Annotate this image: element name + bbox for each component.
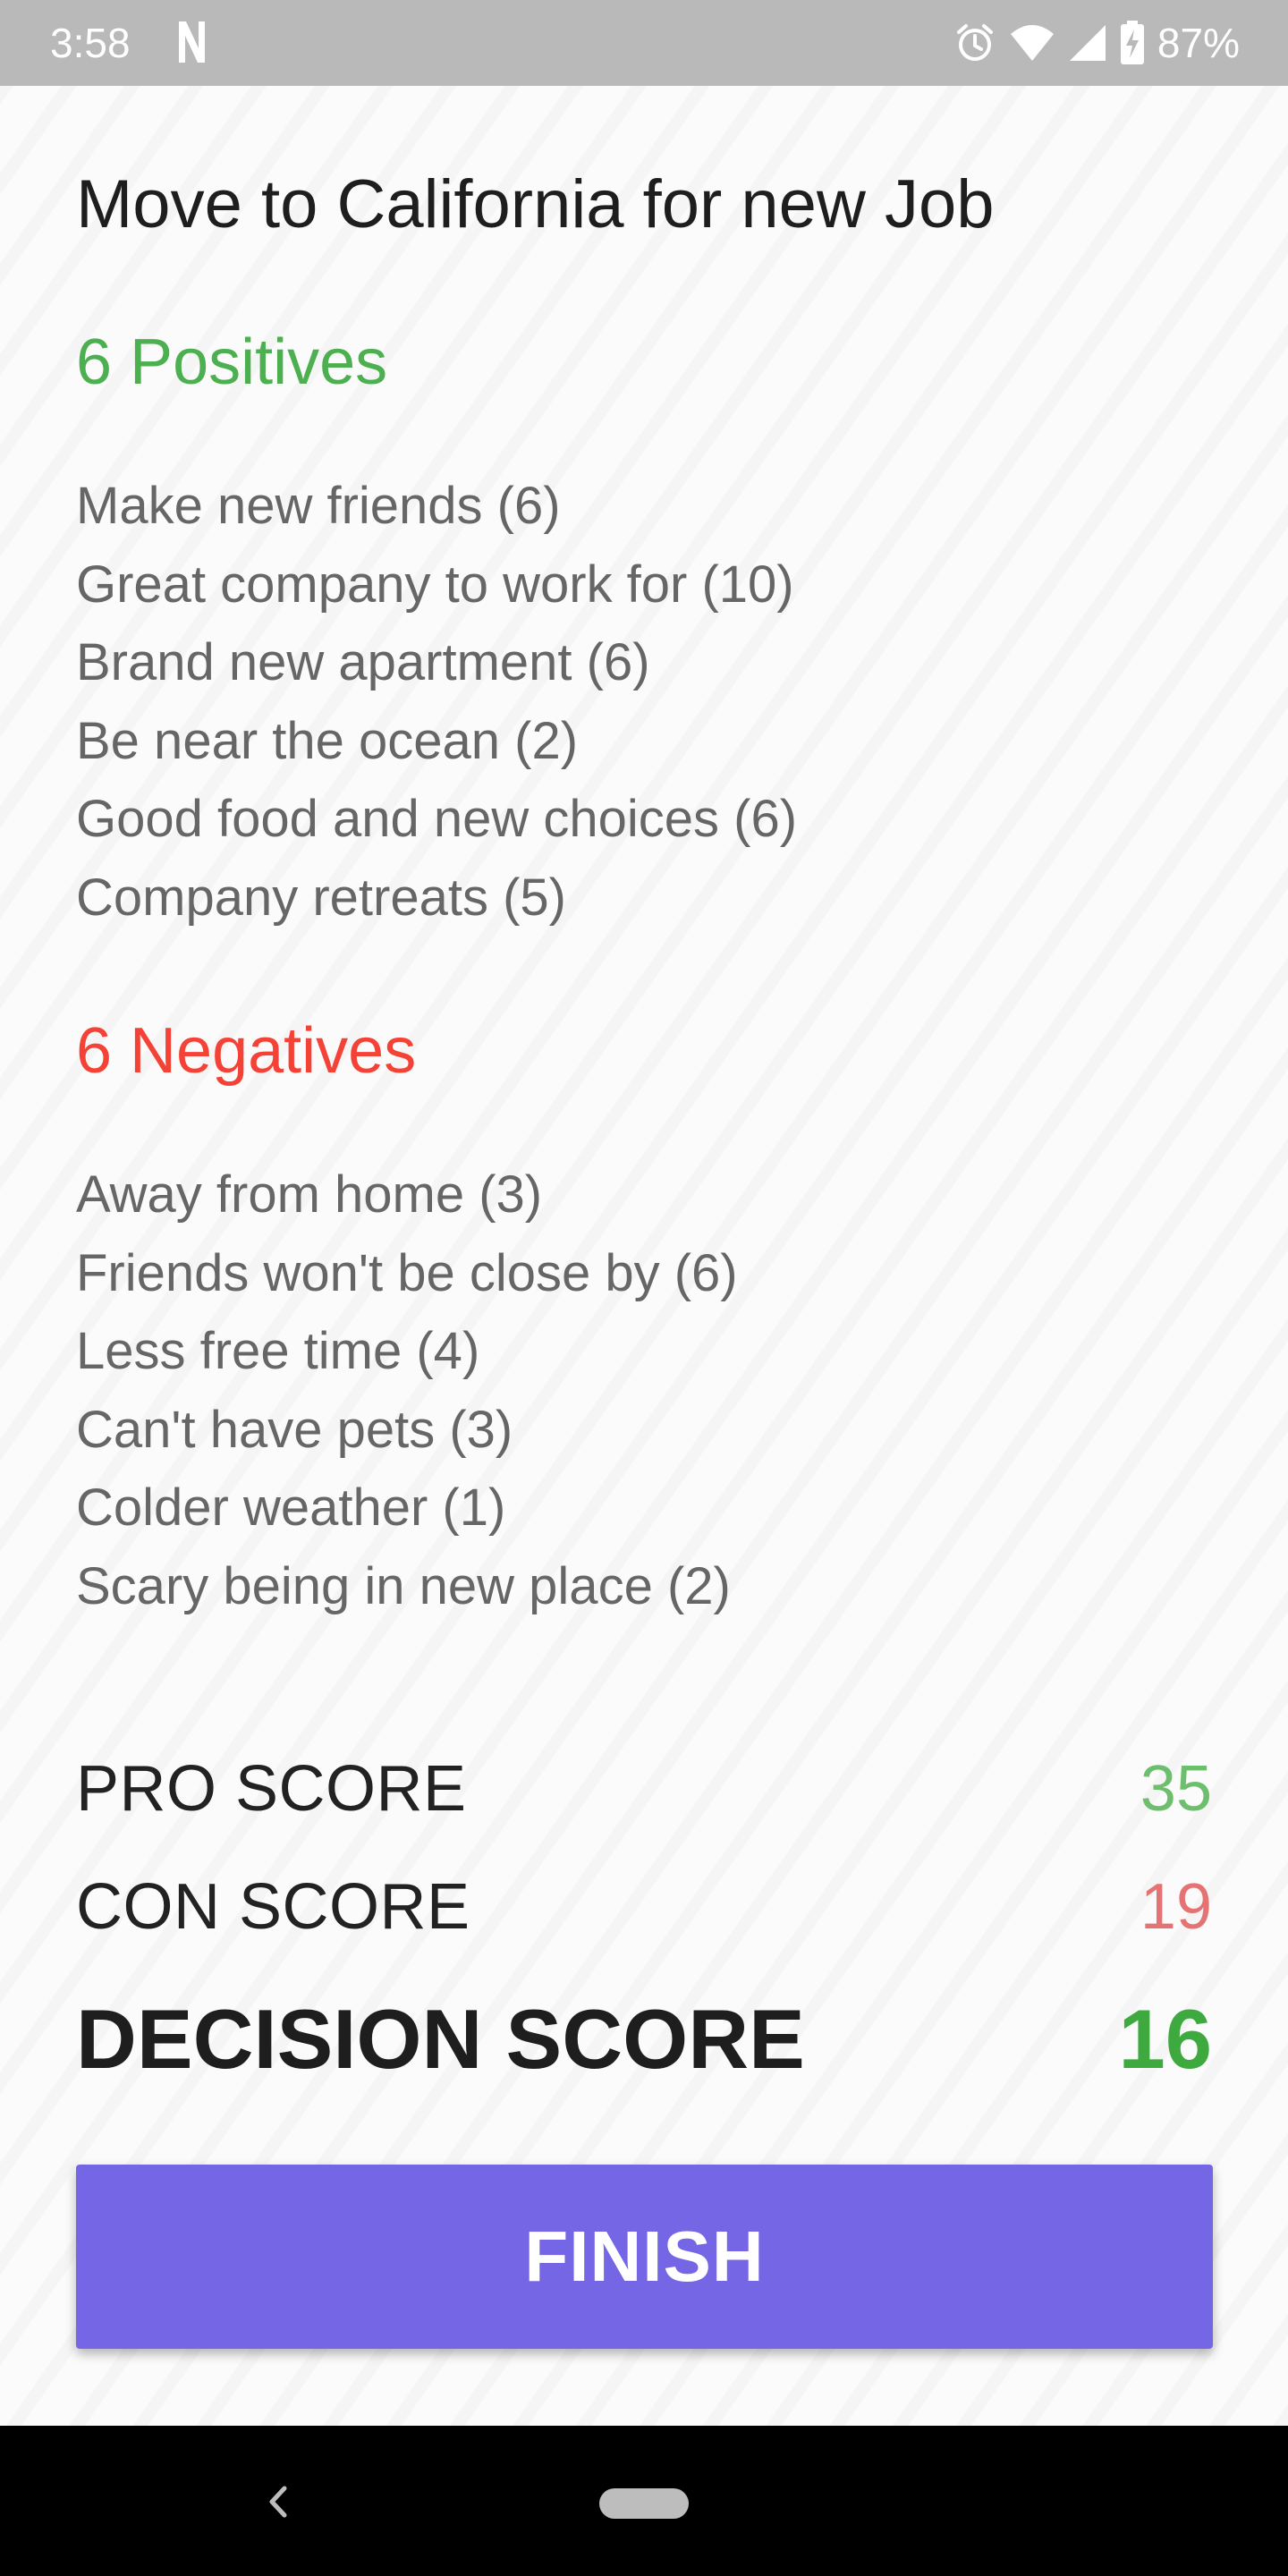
positive-item: Brand new apartment (6): [76, 633, 650, 691]
decision-score-row: DECISION SCORE 16: [76, 1986, 1212, 2093]
positive-item: Make new friends (6): [76, 477, 561, 535]
signal-icon: [1069, 25, 1106, 61]
finish-button[interactable]: FINISH: [76, 2165, 1213, 2349]
negative-item: Less free time (4): [76, 1322, 480, 1380]
decision-title: Move to California for new Job: [76, 166, 995, 242]
negative-item: Colder weather (1): [76, 1479, 506, 1537]
positive-item: Be near the ocean (2): [76, 711, 579, 770]
decision-summary: Move to California for new Job 6 Positiv…: [0, 86, 1288, 2426]
status-icons: 87%: [953, 16, 1240, 70]
battery-charging-icon: [1120, 21, 1144, 64]
positive-item: Good food and new choices (6): [76, 790, 798, 848]
negative-item: Can't have pets (3): [76, 1400, 513, 1459]
alarm-icon: [956, 24, 993, 61]
con-score-row: CON SCORE 19: [76, 1862, 1212, 1952]
positive-item: Great company to work for (10): [76, 555, 794, 614]
negative-item: Friends won't be close by (6): [76, 1243, 738, 1302]
negative-item: Scary being in new place (2): [76, 1556, 731, 1615]
pro-score-row: PRO SCORE 35: [76, 1744, 1212, 1834]
wifi-icon: [1010, 25, 1054, 61]
negatives-list: Away from home (3) Friends won't be clos…: [76, 1156, 738, 1625]
navigation-bar: [0, 2426, 1288, 2576]
positives-list: Make new friends (6) Great company to wo…: [76, 467, 797, 936]
positives-heading: 6 Positives: [76, 326, 388, 398]
con-score-label: CON SCORE: [76, 1871, 470, 1943]
positive-item: Company retreats (5): [76, 868, 566, 927]
negative-item: Away from home (3): [76, 1165, 543, 1224]
pro-score-label: PRO SCORE: [76, 1753, 467, 1825]
battery-percent: 87%: [1157, 20, 1240, 66]
back-icon[interactable]: [259, 2479, 295, 2524]
decision-score-value: 16: [1118, 1992, 1212, 2086]
status-time: 3:58: [50, 20, 131, 66]
pro-score-value: 35: [1140, 1753, 1212, 1825]
home-pill-icon[interactable]: [599, 2488, 689, 2519]
con-score-value: 19: [1140, 1871, 1212, 1943]
status-bar: 3:58 87%: [0, 0, 1288, 86]
decision-score-label: DECISION SCORE: [76, 1992, 805, 2086]
negatives-heading: 6 Negatives: [76, 1015, 417, 1087]
n-icon: [179, 21, 205, 63]
